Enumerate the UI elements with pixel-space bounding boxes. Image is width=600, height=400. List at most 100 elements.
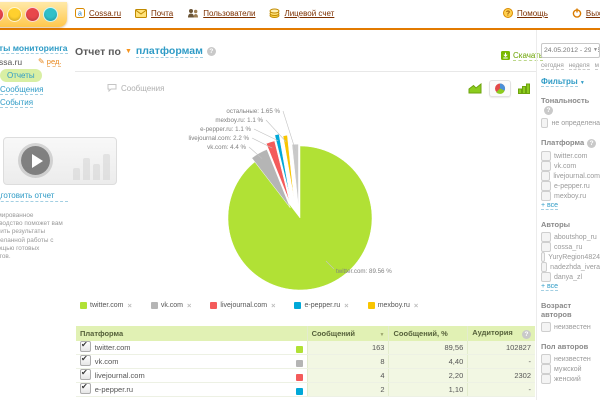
topbar-link-users[interactable]: Пользователи — [187, 8, 255, 18]
row-checkbox[interactable] — [80, 383, 91, 394]
close-icon[interactable]: × — [271, 301, 275, 310]
legend-item-mexboy.ru[interactable]: mexboy.ru× — [368, 301, 419, 310]
filter-option-label: неизвестен — [554, 324, 591, 331]
column-header-messages-pct[interactable]: Сообщений, % — [389, 326, 468, 341]
pie-chart-icon[interactable] — [489, 80, 511, 97]
show-all-link[interactable]: + все — [541, 283, 558, 291]
top-nav: aCossa.ru Почта Пользователи Лицевой счет — [75, 8, 334, 18]
prepare-report-link[interactable]: Подготовить отчет — [0, 191, 68, 202]
help-icon[interactable]: ? — [522, 330, 531, 339]
filter-checkbox[interactable] — [541, 262, 547, 272]
topbar-link-account[interactable]: Лицевой счет — [269, 8, 334, 18]
filter-option[interactable]: vk.com — [541, 161, 600, 171]
chevron-down-icon: ▼ — [580, 80, 585, 86]
play-icon[interactable] — [21, 146, 50, 175]
sort-icon[interactable]: ▼ — [380, 332, 385, 338]
column-header-platform[interactable]: Платформа — [76, 326, 307, 341]
pie-slice-остальные[interactable] — [292, 144, 299, 207]
filter-option[interactable]: livejournal.com — [541, 171, 600, 181]
sidebar-item-1[interactable]: Сообщения — [0, 85, 43, 95]
filter-option[interactable]: cossa_ru — [541, 242, 600, 252]
filters-toggle-link[interactable]: Фильтры — [541, 77, 578, 87]
filter-checkbox[interactable] — [541, 171, 550, 181]
filter-option[interactable]: e-pepper.ru — [541, 181, 600, 191]
filter-option[interactable]: неизвестен — [541, 354, 600, 364]
platform-name: livejournal.com — [95, 371, 145, 380]
row-checkbox[interactable] — [80, 341, 91, 352]
filter-option[interactable]: aboutshop_ru — [541, 232, 600, 242]
filter-checkbox[interactable] — [541, 322, 551, 332]
sidebar-item-2[interactable]: События — [0, 98, 33, 108]
app-logo[interactable] — [0, 2, 67, 27]
filter-section-title: Возраст авторов — [541, 301, 600, 319]
legend-item-livejournal.com[interactable]: livejournal.com× — [210, 301, 275, 310]
legend-item-e-pepper.ru[interactable]: e-pepper.ru× — [294, 301, 348, 310]
close-icon[interactable]: × — [127, 301, 131, 310]
sidebar-item-0[interactable]: Отчеты — [0, 69, 42, 82]
column-header-messages[interactable]: Сообщений▼ — [307, 326, 389, 341]
filter-checkbox[interactable] — [541, 181, 551, 191]
filter-option[interactable]: nadezhda_ivera — [541, 262, 600, 272]
filter-option[interactable]: женский — [541, 374, 600, 384]
help-icon[interactable]: ? — [587, 139, 596, 148]
filter-checkbox[interactable] — [541, 151, 551, 161]
sidebar-monitoring-link[interactable]: Объекты мониторинга — [0, 43, 68, 54]
topbar-link-site[interactable]: aCossa.ru — [75, 8, 121, 18]
filter-checkbox[interactable] — [541, 118, 548, 128]
filter-checkbox[interactable] — [541, 242, 551, 252]
show-all-link[interactable]: + все — [541, 202, 558, 210]
pie-label-twitter.com: twitter.com: 89.56 % — [336, 268, 392, 275]
topbar-link-logout[interactable]: Выход — [572, 8, 600, 18]
pie-label-остальные: остальные: 1.65 % — [226, 108, 280, 115]
filter-checkbox[interactable] — [541, 232, 551, 242]
chart-type-toolbar — [465, 80, 534, 97]
filter-option[interactable]: mexboy.ru — [541, 191, 600, 201]
platform-cell: e-pepper.ru — [91, 383, 307, 397]
filter-checkbox[interactable] — [541, 354, 551, 364]
help-icon[interactable]: ? — [544, 106, 553, 115]
period-link-1[interactable]: неделя — [569, 62, 590, 70]
filter-checkbox[interactable] — [541, 252, 545, 262]
filter-option-label: mexboy.ru — [554, 193, 586, 200]
help-icon[interactable]: ? — [207, 47, 216, 56]
topbar-link-mail[interactable]: Почта — [135, 9, 173, 18]
column-header-audience[interactable]: Аудитория? — [468, 326, 535, 341]
edit-link[interactable]: ред. — [47, 57, 62, 67]
filter-checkbox[interactable] — [541, 191, 551, 201]
legend-item-twitter.com[interactable]: twitter.com× — [80, 301, 132, 310]
pie-chart[interactable]: остальные: 1.65 %mexboy.ru: 1.1 %e-peppe… — [75, 103, 540, 302]
period-link-2[interactable]: месяц — [595, 62, 599, 70]
row-checkbox[interactable] — [80, 369, 91, 380]
filter-checkbox[interactable] — [541, 272, 551, 282]
topbar-link-help[interactable]: ?Помощь — [503, 8, 548, 18]
close-icon[interactable]: × — [344, 301, 348, 310]
filters-title[interactable]: Фильтры ▼ — [541, 77, 600, 86]
area-chart-icon[interactable] — [465, 81, 485, 96]
filter-option[interactable]: twitter.com — [541, 151, 600, 161]
sidebar-promo-text: Анимированное руководство поможет вам оц… — [0, 212, 64, 261]
filter-option[interactable]: мужской — [541, 364, 600, 374]
bar-chart-icon[interactable] — [515, 81, 534, 96]
filter-option[interactable]: danya_zl — [541, 272, 600, 282]
filter-option[interactable]: не определена — [541, 118, 600, 128]
tutorial-video-thumbnail[interactable] — [3, 137, 117, 185]
filter-option[interactable]: неизвестен — [541, 322, 600, 332]
row-checkbox[interactable] — [80, 355, 91, 366]
period-link-0[interactable]: сегодня — [541, 62, 564, 70]
close-icon[interactable]: × — [414, 301, 418, 310]
date-range-picker[interactable]: 24.05.2012 - 29.05.2012 ▼ — [541, 43, 600, 58]
platform-name: twitter.com — [95, 343, 131, 352]
series-toggle[interactable]: Сообщения — [107, 83, 164, 94]
filter-checkbox[interactable] — [541, 364, 551, 374]
report-type-dropdown[interactable]: платформам — [136, 45, 203, 58]
close-icon[interactable]: × — [187, 301, 191, 310]
messages-cell: 2 — [307, 383, 389, 397]
legend-item-vk.com[interactable]: vk.com× — [151, 301, 192, 310]
pencil-icon: ✎ — [38, 57, 45, 66]
speech-bubble-icon — [107, 83, 117, 94]
filter-checkbox[interactable] — [541, 374, 551, 384]
filter-option[interactable]: YuryRegion4824 — [541, 252, 600, 262]
filter-checkbox[interactable] — [541, 161, 551, 171]
top-bar: aCossa.ru Почта Пользователи Лицевой счет ?… — [0, 0, 600, 30]
period-shortcuts: сегодня неделя месяц — [541, 62, 599, 70]
